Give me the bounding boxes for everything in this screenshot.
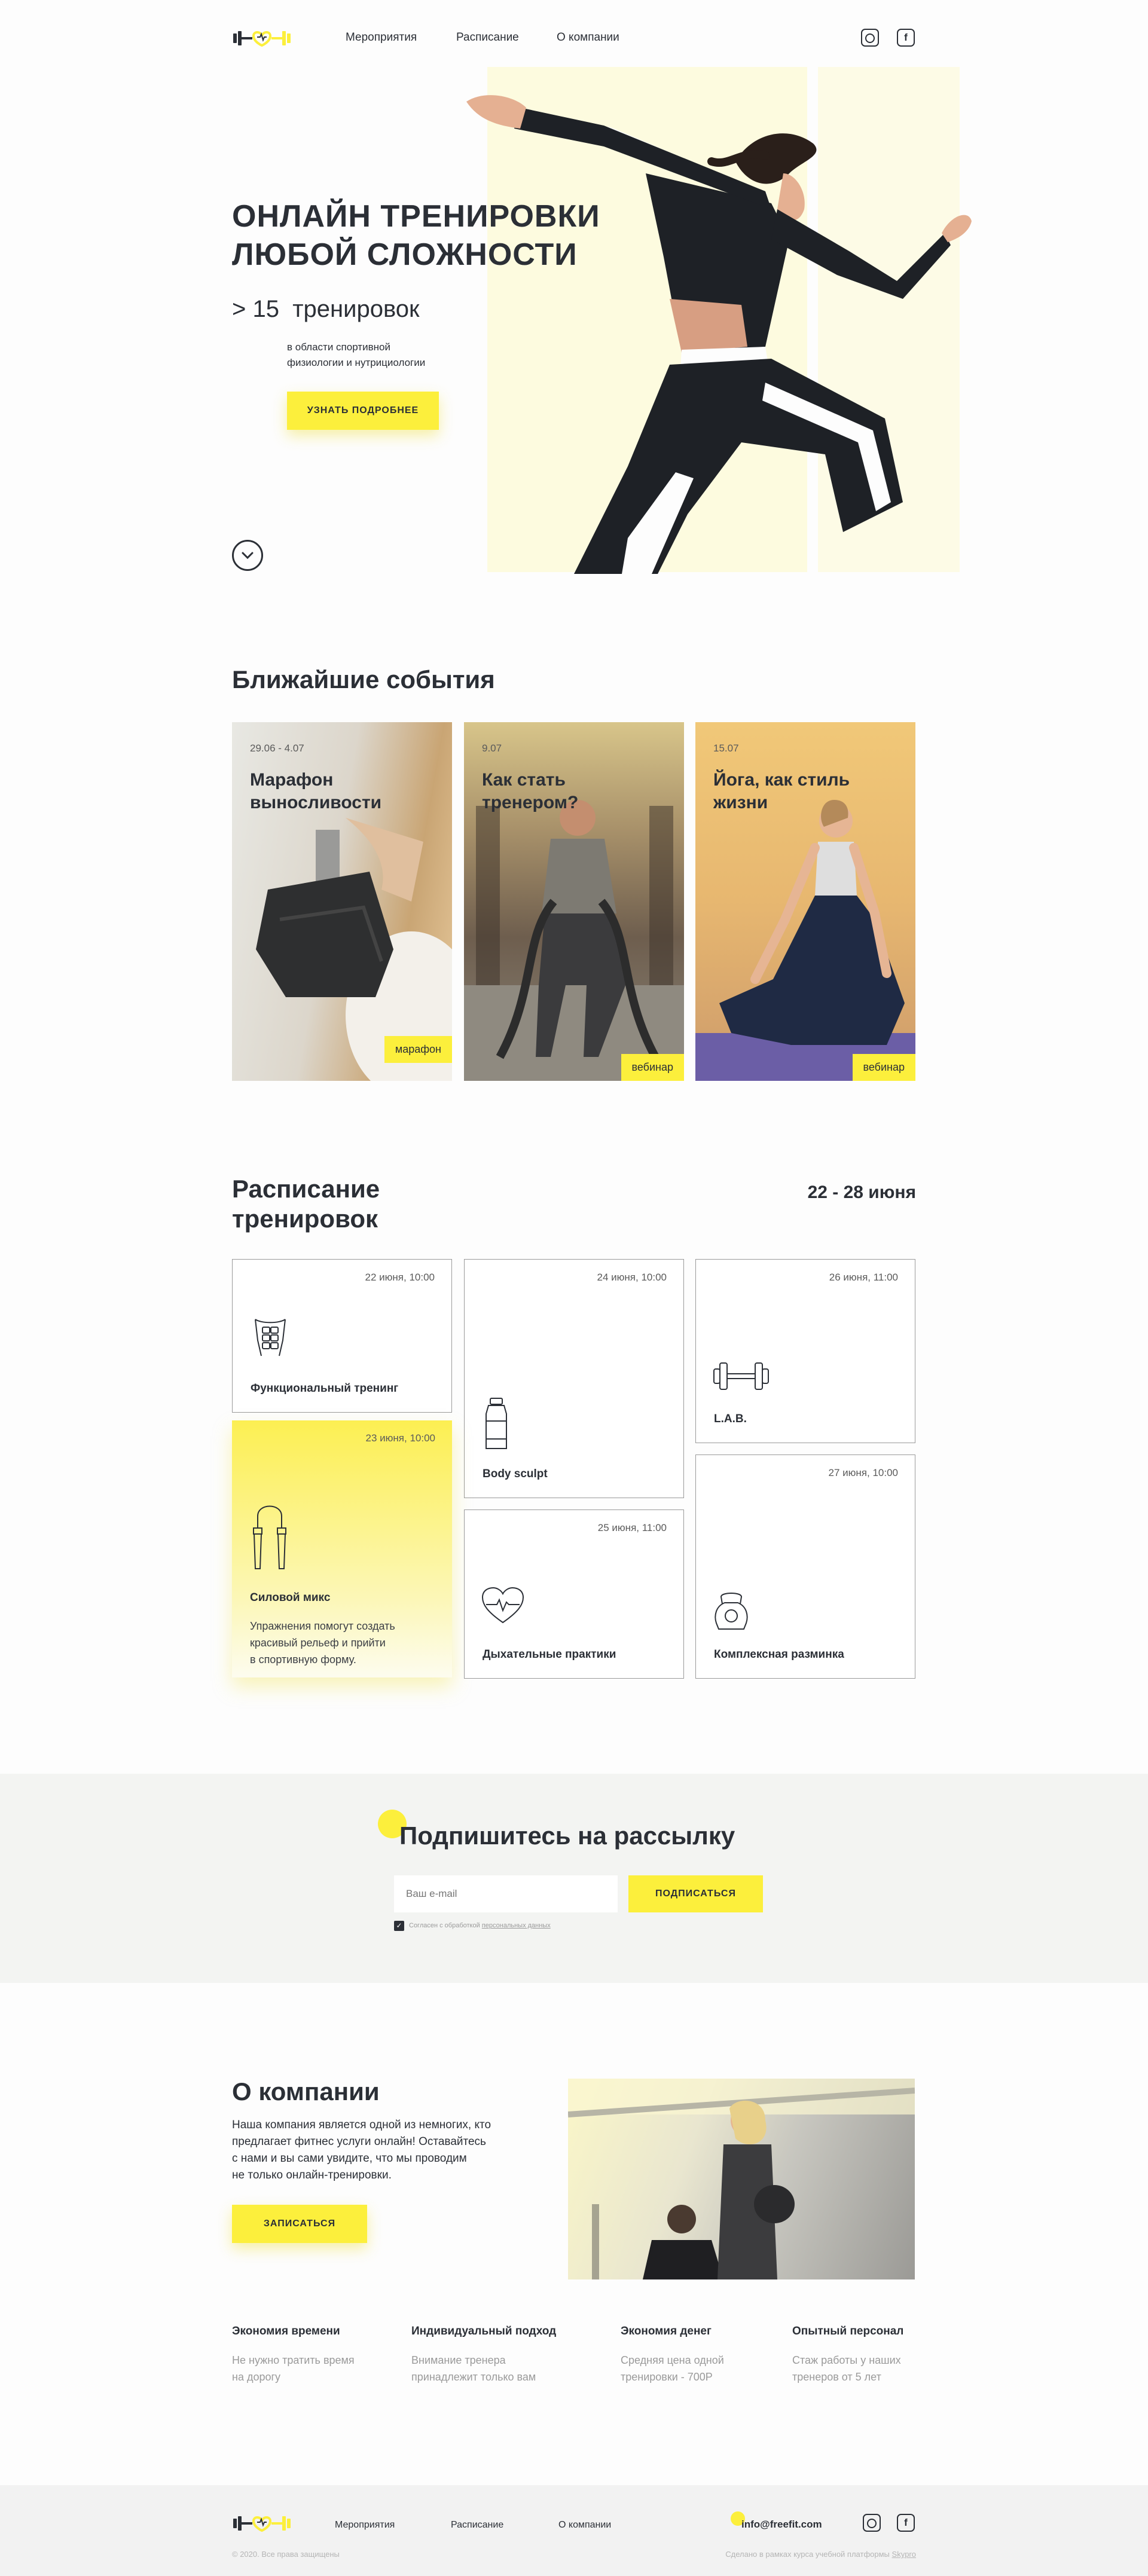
nav-about[interactable]: О компании [557,31,619,44]
nav-schedule[interactable]: Расписание [456,31,519,44]
bottle-icon [486,1398,507,1449]
hero-training-count: > 15 тренировок [232,296,420,322]
heart-pulse-icon [481,1587,524,1624]
subscribe-section: Подпишитесь на рассылку ПОДПИСАТЬСЯ ✓ Со… [0,1774,1148,1983]
schedule-date: 24 июня, 10:00 [597,1272,667,1283]
event-title: Йога, как стиль жизни [713,770,850,812]
feature-title: Экономия времени [232,2325,340,2337]
subscribe-heading: Подпишитесь на рассылку [399,1822,735,1850]
facebook-icon[interactable]: f [897,29,915,47]
event-date: 15.07 [713,742,739,754]
feature-text: Не нужно тратить время на дорогу [232,2354,355,2383]
about-text: Наша компания является одной из немногих… [232,2119,491,2181]
schedule-title: L.A.B. [714,1413,747,1425]
hero-athlete-image [466,95,972,574]
schedule-description: Упражнения помогут создать красивый релье… [250,1620,395,1666]
dumbbell-icon [713,1362,769,1390]
event-tag: вебинар [621,1054,684,1081]
event-date: 29.06 - 4.07 [250,742,304,754]
schedule-title: Силовой микс [250,1591,331,1604]
event-card-trainer[interactable]: 9.07 Как стать тренером? вебинар [464,722,684,1081]
schedule-date: 26 июня, 11:00 [829,1272,898,1283]
schedule-date: 27 июня, 10:00 [828,1467,898,1478]
feature-title: Опытный персонал [792,2325,904,2337]
learn-more-button[interactable]: УЗНАТЬ ПОДРОБНЕЕ [287,392,439,430]
schedule-range: 22 - 28 июня [807,1182,916,1202]
footer: Мероприятия Расписание О компании info@f… [0,2485,1148,2576]
feature-title: Индивидуальный подход [411,2325,557,2337]
copyright: © 2020. Все права защищены [232,2550,340,2559]
kettlebell-icon [715,1593,748,1630]
footer-email[interactable]: info@freefit.com [741,2519,822,2531]
subscribe-button[interactable]: ПОДПИСАТЬСЯ [628,1875,763,1912]
footer-nav-events[interactable]: Мероприятия [335,2520,395,2531]
event-tag: марафон [384,1036,452,1063]
event-title: Марафон выносливости [250,770,382,812]
facebook-icon[interactable]: f [897,2514,915,2532]
schedule-title: Комплексная разминка [714,1648,844,1661]
schedule-date: 25 июня, 11:00 [597,1522,667,1533]
logo[interactable] [232,29,292,48]
feature-title: Экономия денег [621,2325,712,2337]
event-tag: вебинар [852,1054,915,1081]
feature-text: Средняя цена одной тренировки - 700Р [621,2354,724,2383]
instagram-icon[interactable] [863,2514,881,2532]
about-photo [568,2079,915,2279]
schedule-title: Body sculpt [483,1468,548,1480]
schedule-title: Дыхательные практики [483,1648,616,1661]
schedule-card[interactable]: 26 июня, 11:00 L.A.B. [695,1259,915,1443]
feature-text: Внимание тренера принадлежит только вам [411,2354,536,2383]
email-field[interactable] [394,1875,618,1912]
footer-logo[interactable] [232,2514,292,2533]
instagram-icon[interactable] [861,29,879,47]
abs-icon [255,1319,286,1356]
schedule-title: Функциональный тренинг [251,1382,399,1395]
schedule-date: 22 июня, 10:00 [365,1272,435,1283]
nav-events[interactable]: Мероприятия [346,31,417,44]
footer-nav-about[interactable]: О компании [558,2520,611,2531]
schedule-card[interactable]: 24 июня, 10:00 Body sculpt [464,1259,684,1498]
consent-label: Согласен с обработкой персональных данны… [409,1922,551,1929]
about-heading: О компании [232,2077,380,2106]
credit: Сделано в рамках курса учебной платформы… [725,2550,916,2559]
events-heading: Ближайшие события [232,665,495,693]
event-title: Как стать тренером? [482,770,579,812]
consent-checkbox[interactable]: ✓ [394,1921,404,1931]
signup-button[interactable]: ЗАПИСАТЬСЯ [232,2205,367,2243]
hero-title: ОНЛАЙН ТРЕНИРОВКИ ЛЮБОЙ СЛОЖНОСТИ [232,199,600,272]
scroll-down-button[interactable] [232,540,263,571]
chevron-down-icon [242,552,254,560]
credit-link[interactable]: Skypro [892,2550,916,2559]
event-card-marathon[interactable]: 29.06 - 4.07 Марафон выносливости марафон [232,722,452,1081]
event-date: 9.07 [482,742,502,754]
schedule-heading: Расписание тренировок [232,1175,380,1233]
hero-note: в области спортивной физиологии и нутрици… [287,341,426,368]
schedule-card[interactable]: 22 июня, 10:00 Функциональный тренинг [232,1259,452,1413]
feature-text: Стаж работы у наших тренеров от 5 лет [792,2354,901,2383]
schedule-card[interactable]: 25 июня, 11:00 Дыхательные практики [464,1509,684,1679]
event-card-yoga[interactable]: 15.07 Йога, как стиль жизни вебинар [695,722,915,1081]
schedule-card[interactable]: 27 июня, 10:00 Комплексная разминка [695,1454,915,1679]
jump-rope-icon [253,1505,286,1569]
schedule-card-highlighted[interactable]: 23 июня, 10:00 Силовой микс Упражнения п… [232,1420,452,1677]
footer-nav-schedule[interactable]: Расписание [451,2520,503,2531]
schedule-date: 23 июня, 10:00 [365,1432,435,1444]
consent-link[interactable]: персональных данных [482,1922,551,1929]
